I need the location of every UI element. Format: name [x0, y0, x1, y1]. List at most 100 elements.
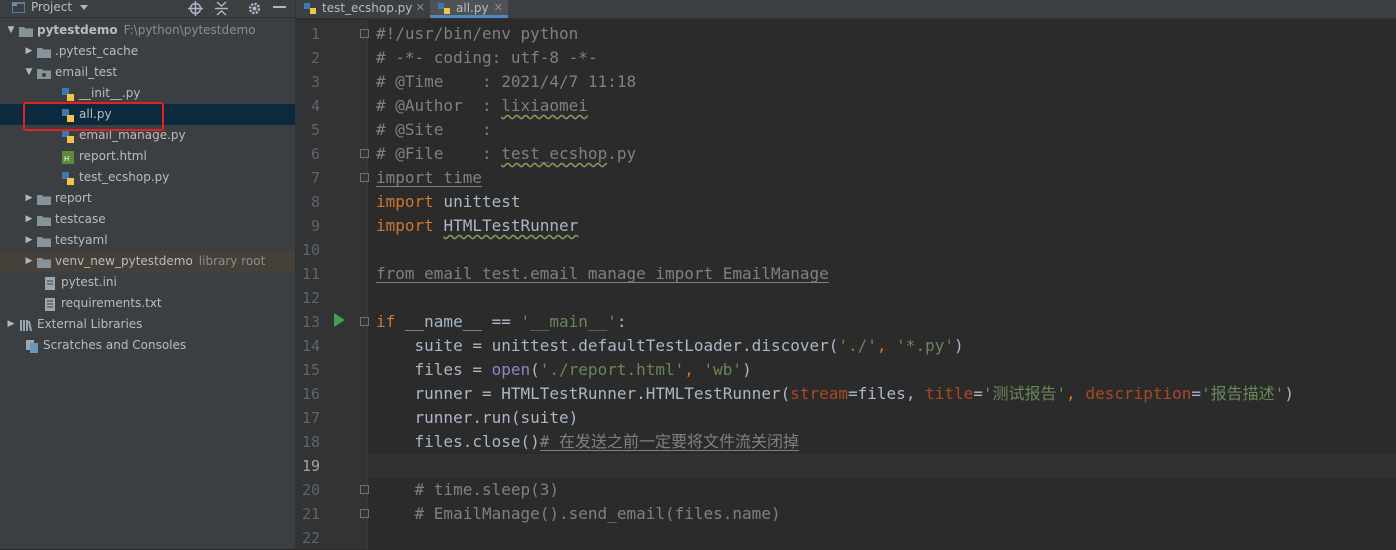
string-literal: './'	[838, 336, 877, 355]
tree-item[interactable]: ▶ testyaml	[0, 230, 295, 251]
run-icon[interactable]	[334, 313, 345, 327]
folder-icon	[37, 192, 51, 205]
line-number: 4	[310, 97, 320, 115]
chevron-down-icon[interactable]: ▼	[6, 20, 16, 41]
tree-item-name: report.html	[79, 149, 147, 163]
line-number: 7	[310, 169, 320, 187]
fold-marker-icon[interactable]	[360, 509, 369, 518]
tree-item-name: email_test	[55, 65, 118, 79]
locate-icon[interactable]	[188, 1, 203, 16]
tree-item[interactable]: Hreport.html	[0, 146, 295, 167]
tree-item[interactable]: ▶ testcase	[0, 209, 295, 230]
file-ext: .py	[607, 144, 637, 163]
project-panel-header: Project	[0, 0, 295, 18]
string-literal: '*.py'	[896, 336, 954, 355]
fold-marker-icon[interactable]	[360, 317, 369, 326]
current-line-highlight	[368, 454, 1396, 478]
tree-item[interactable]: test_ecshop.py	[0, 167, 295, 188]
keyword-argument: description	[1085, 384, 1192, 403]
code-line-16: runner = HTMLTestRunner.HTMLTestRunner(s…	[376, 382, 1294, 406]
collapse-all-icon[interactable]	[215, 1, 228, 16]
tree-item[interactable]: __init__.py	[0, 83, 295, 104]
tree-item-name: External Libraries	[37, 317, 143, 331]
code-line-9: import HTMLTestRunner	[376, 214, 578, 238]
gear-icon[interactable]	[247, 1, 262, 16]
tree-item[interactable]: ▶ report	[0, 188, 295, 209]
project-panel: Project ▼ pytestdemo F:\python\pytestdemo ▶…	[0, 0, 296, 549]
fold-marker-icon[interactable]	[360, 173, 369, 182]
code-line-6: # @File : test_ecshop.py	[376, 142, 636, 166]
line-number: 14	[301, 337, 320, 355]
fold-marker-icon[interactable]	[360, 29, 369, 38]
tab-all[interactable]: all.py ✕	[430, 0, 508, 18]
inline-comment: # 在发送之前一定要将文件流关闭掉	[539, 432, 800, 451]
project-view-icon[interactable]	[12, 2, 25, 13]
tab-label: all.py	[456, 1, 489, 15]
chevron-right-icon[interactable]: ▶	[24, 230, 34, 251]
file-comment-prefix: # @File :	[376, 144, 502, 163]
keyword-argument: stream	[790, 384, 849, 403]
line-number: 5	[310, 121, 320, 139]
string-literal: '__main__'	[520, 312, 617, 331]
string-literal: '报告描述'	[1201, 384, 1285, 403]
line-number: 6	[310, 145, 320, 163]
author-name: lixiaomei	[501, 96, 588, 115]
commented-code: # time.sleep(3)	[376, 480, 560, 499]
line-number: 8	[310, 193, 320, 211]
folder-icon	[37, 213, 51, 226]
shebang-comment: #!/usr/bin/env python	[376, 24, 579, 43]
tree-item[interactable]: requirements.txt	[0, 293, 295, 314]
tree-item-name: venv_new_pytestdemo	[55, 254, 193, 268]
dropdown-arrow-icon[interactable]	[80, 5, 88, 11]
encoding-comment: # -*- coding: utf-8 -*-	[376, 48, 598, 67]
code-line-8: import unittest	[376, 190, 521, 214]
tree-item[interactable]: pytest.ini	[0, 272, 295, 293]
code-line-1: #!/usr/bin/env python	[376, 22, 578, 46]
chevron-right-icon[interactable]: ▶	[24, 41, 34, 62]
tree-item-label: pytest.ini	[61, 272, 117, 293]
library-icon	[19, 318, 33, 332]
tree-item-name: pytestdemo	[37, 23, 118, 37]
chevron-right-icon[interactable]: ▶	[24, 209, 34, 230]
fold-marker-icon[interactable]	[360, 485, 369, 494]
fold-marker-icon[interactable]	[360, 149, 369, 158]
tree-item[interactable]: ▼ email_test	[0, 62, 295, 83]
code-line-5: # @Site :	[376, 118, 492, 142]
close-icon[interactable]: ✕	[416, 0, 425, 16]
code-line-4: # @Author : lixiaomei	[376, 94, 588, 118]
code-text: )	[953, 336, 964, 355]
line-number: 16	[301, 385, 320, 403]
chevron-right-icon[interactable]: ▶	[24, 251, 34, 272]
line-number: 13	[301, 313, 320, 331]
chevron-right-icon[interactable]: ▶	[24, 188, 34, 209]
tree-item-label: report.html	[79, 146, 147, 167]
line-number: 3	[310, 73, 320, 91]
scratches-icon	[25, 339, 39, 353]
unused-import: import time	[376, 168, 482, 187]
chevron-right-icon[interactable]: ▶	[6, 314, 16, 335]
tree-item[interactable]: Scratches and Consoles	[0, 335, 295, 356]
hide-panel-icon[interactable]	[273, 6, 286, 9]
tree-item[interactable]: ▼ pytestdemo F:\python\pytestdemo	[0, 20, 295, 41]
text-file-icon	[43, 297, 57, 311]
tree-item[interactable]: ▶ .pytest_cache	[0, 41, 295, 62]
string-literal: '测试报告'	[982, 384, 1067, 403]
tab-test-ecshop[interactable]: test_ecshop.py ✕	[296, 0, 430, 18]
tree-item[interactable]: ▶ venv_new_pytestdemo library root	[0, 251, 295, 272]
close-icon[interactable]: ✕	[494, 0, 503, 16]
tree-item-name: testyaml	[55, 233, 108, 247]
code-line-20: # time.sleep(3)	[376, 478, 560, 502]
project-panel-title[interactable]: Project	[31, 0, 72, 17]
line-number-gutter: 1 2 3 4 5 6 7 8 9 10 11 12 13 14 15 16 17 18 19 20 21 22	[296, 20, 368, 549]
code-text: (	[530, 360, 540, 379]
tree-item-name: pytest.ini	[61, 275, 117, 289]
chevron-down-icon[interactable]: ▼	[24, 62, 34, 83]
tree-item[interactable]: ▶ External Libraries	[0, 314, 295, 335]
code-text: suite = unittest.defaultTestLoader.disco…	[376, 336, 839, 355]
line-number: 11	[301, 265, 320, 283]
unused-import: from email_test.email_manage import Emai…	[376, 264, 829, 283]
ini-file-icon	[43, 276, 57, 290]
module-name: HTMLTestRunner	[443, 216, 579, 235]
code-line-7: import time	[376, 166, 482, 190]
code-line-11: from email_test.email_manage import Emai…	[376, 262, 829, 286]
